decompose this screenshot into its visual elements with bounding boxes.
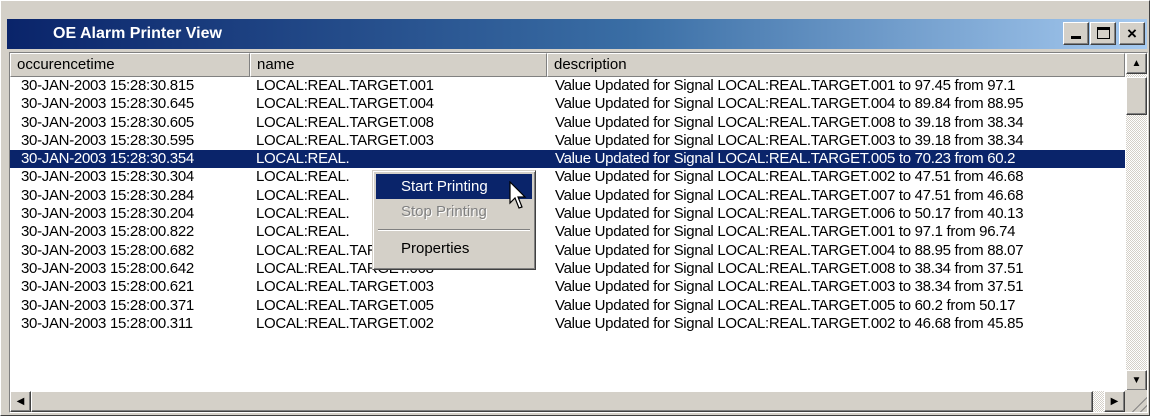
- table-row[interactable]: 30-JAN-2003 15:28:00.642 LOCAL:REAL.TARGE…: [10, 260, 1125, 278]
- table-row[interactable]: 30-JAN-2003 15:28:30.204 LOCAL:REAL. Value…: [10, 205, 1125, 223]
- cell-description: Value Updated for Signal LOCAL:REAL.TARG…: [555, 77, 1016, 94]
- cell-occurencetime: 30-JAN-2003 15:28:30.284: [21, 186, 194, 204]
- table-row[interactable]: 30-JAN-2003 15:28:30.304 LOCAL:REAL. Value…: [10, 168, 1125, 186]
- table-row[interactable]: 30-JAN-2003 15:28:30.605 LOCAL:REAL.TARGE…: [10, 114, 1125, 132]
- column-header-name[interactable]: name: [250, 53, 547, 77]
- cell-occurencetime: 30-JAN-2003 15:28:00.642: [21, 259, 194, 277]
- cell-occurencetime: 30-JAN-2003 15:28:30.595: [21, 131, 194, 149]
- vertical-scrollbar[interactable]: ▲ ▼: [1126, 53, 1147, 391]
- title-bar[interactable]: OE Alarm Printer View ×: [7, 19, 1147, 49]
- alarm-list-view[interactable]: occurencetime name description 30-JAN-20…: [9, 52, 1148, 413]
- cell-description: Value Updated for Signal LOCAL:REAL.TARG…: [555, 278, 1024, 296]
- maximize-button[interactable]: [1090, 22, 1116, 45]
- cell-occurencetime: 30-JAN-2003 15:28:30.605: [21, 113, 194, 131]
- cell-occurencetime: 30-JAN-2003 15:28:30.815: [21, 77, 194, 94]
- column-header-occurencetime[interactable]: occurencetime: [10, 53, 250, 77]
- mouse-pointer-icon: [509, 181, 527, 209]
- table-row[interactable]: 30-JAN-2003 15:28:30.354 LOCAL:REAL. Value…: [10, 150, 1125, 169]
- arrow-down-icon: ▼: [1131, 375, 1142, 386]
- cell-occurencetime: 30-JAN-2003 15:28:00.822: [21, 223, 194, 241]
- maximize-icon: [1097, 27, 1110, 39]
- column-header-description[interactable]: description: [547, 53, 1125, 77]
- alarm-printer-window: OE Alarm Printer View × occurencetime na…: [0, 0, 1150, 416]
- scroll-up-button[interactable]: ▲: [1126, 53, 1147, 74]
- arrow-right-icon: ▶: [1110, 396, 1119, 407]
- table-row[interactable]: 30-JAN-2003 15:28:00.311 LOCAL:REAL.TARGE…: [10, 315, 1125, 333]
- close-icon: ×: [1127, 24, 1137, 43]
- cell-description: Value Updated for Signal LOCAL:REAL.TARG…: [555, 150, 1016, 168]
- menu-separator: [378, 229, 530, 231]
- cell-name: LOCAL:REAL.TARGET.005: [256, 296, 434, 314]
- scroll-down-button[interactable]: ▼: [1126, 370, 1147, 391]
- cell-occurencetime: 30-JAN-2003 15:28:00.682: [21, 241, 194, 259]
- cell-occurencetime: 30-JAN-2003 15:28:00.311: [21, 314, 193, 332]
- minimize-button[interactable]: [1063, 22, 1089, 45]
- table-row[interactable]: 30-JAN-2003 15:28:30.595 LOCAL:REAL.TARGE…: [10, 132, 1125, 150]
- window-title: OE Alarm Printer View: [53, 25, 222, 42]
- cell-name: LOCAL:REAL.TARGET.002: [256, 314, 434, 332]
- cell-description: Value Updated for Signal LOCAL:REAL.TARG…: [555, 241, 1024, 259]
- cell-name: LOCAL:REAL.TARGET.004: [256, 95, 434, 113]
- caption-buttons: ×: [1062, 22, 1145, 45]
- horizontal-scrollbar[interactable]: ◀ ▶: [10, 391, 1125, 412]
- horizontal-scroll-thumb[interactable]: [31, 391, 1093, 412]
- cell-description: Value Updated for Signal LOCAL:REAL.TARG…: [555, 113, 1024, 131]
- scroll-left-button[interactable]: ◀: [10, 391, 31, 412]
- cell-description: Value Updated for Signal LOCAL:REAL.TARG…: [555, 131, 1024, 149]
- cell-description: Value Updated for Signal LOCAL:REAL.TARG…: [555, 205, 1024, 223]
- table-row[interactable]: 30-JAN-2003 15:28:00.682 LOCAL:REAL.TARGE…: [10, 242, 1125, 260]
- scroll-right-button[interactable]: ▶: [1104, 391, 1125, 412]
- resize-grip-icon[interactable]: [1125, 390, 1147, 412]
- cell-name: LOCAL:REAL.TARGET.008: [256, 113, 434, 131]
- cell-occurencetime: 30-JAN-2003 15:28:30.304: [21, 168, 194, 186]
- table-row[interactable]: 30-JAN-2003 15:28:00.371 LOCAL:REAL.TARGE…: [10, 297, 1125, 315]
- table-row[interactable]: 30-JAN-2003 15:28:00.621 LOCAL:REAL.TARGE…: [10, 278, 1125, 296]
- cell-occurencetime: 30-JAN-2003 15:28:30.204: [21, 205, 194, 223]
- list-rows: 30-JAN-2003 15:28:30.815 LOCAL:REAL.TARGE…: [10, 77, 1125, 333]
- cell-description: Value Updated for Signal LOCAL:REAL.TARG…: [555, 259, 1024, 277]
- arrow-left-icon: ◀: [16, 396, 25, 407]
- cell-description: Value Updated for Signal LOCAL:REAL.TARG…: [555, 186, 1024, 204]
- cell-description: Value Updated for Signal LOCAL:REAL.TARG…: [555, 314, 1024, 332]
- cell-name: LOCAL:REAL.: [256, 150, 350, 168]
- close-button[interactable]: ×: [1119, 22, 1145, 45]
- table-row[interactable]: 30-JAN-2003 15:28:30.815 LOCAL:REAL.TARGE…: [10, 77, 1125, 95]
- vertical-scroll-thumb[interactable]: [1126, 77, 1147, 115]
- list-header: occurencetime name description: [10, 53, 1125, 77]
- cell-occurencetime: 30-JAN-2003 15:28:00.621: [21, 278, 194, 296]
- cell-description: Value Updated for Signal LOCAL:REAL.TARG…: [555, 95, 1024, 113]
- cell-name: LOCAL:REAL.TARGET.003: [256, 278, 434, 296]
- cell-occurencetime: 30-JAN-2003 15:28:30.645: [21, 95, 194, 113]
- minimize-icon: [1071, 36, 1081, 39]
- cell-description: Value Updated for Signal LOCAL:REAL.TARG…: [555, 168, 1024, 186]
- menu-item-properties[interactable]: Properties: [376, 236, 532, 261]
- table-row[interactable]: 30-JAN-2003 15:28:30.284 LOCAL:REAL. Value…: [10, 187, 1125, 205]
- cell-description: Value Updated for Signal LOCAL:REAL.TARG…: [555, 296, 1016, 314]
- table-row[interactable]: 30-JAN-2003 15:28:00.822 LOCAL:REAL. Value…: [10, 223, 1125, 241]
- cell-occurencetime: 30-JAN-2003 15:28:00.371: [21, 296, 194, 314]
- cell-occurencetime: 30-JAN-2003 15:28:30.354: [21, 150, 194, 168]
- cell-description: Value Updated for Signal LOCAL:REAL.TARG…: [555, 223, 1016, 241]
- cell-name: LOCAL:REAL.TARGET.003: [256, 131, 434, 149]
- arrow-up-icon: ▲: [1131, 58, 1142, 69]
- table-row[interactable]: 30-JAN-2003 15:28:30.645 LOCAL:REAL.TARGE…: [10, 95, 1125, 113]
- cell-name: LOCAL:REAL.TARGET.001: [256, 77, 434, 94]
